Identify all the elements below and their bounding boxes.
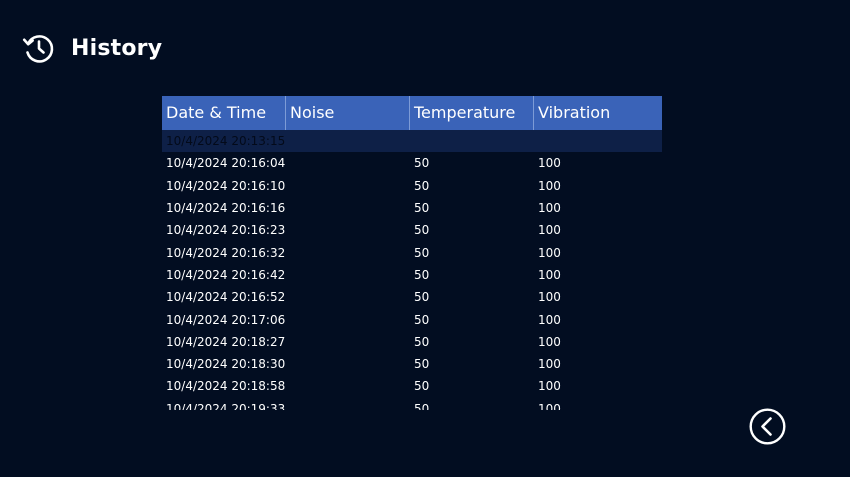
- cell-temperature: 50: [414, 267, 430, 282]
- cell-temperature: 50: [414, 290, 430, 305]
- cell-temperature: 50: [414, 201, 430, 216]
- cell-temperature: 50: [414, 401, 430, 410]
- history-table[interactable]: Date & Time Noise Temperature Vibration …: [162, 96, 662, 410]
- table-row[interactable]: 10/4/2024 20:18:30 50 100: [162, 353, 662, 375]
- cell-vibration: 100: [538, 156, 561, 171]
- cell-vibration: 100: [538, 223, 561, 238]
- cell-vibration: 100: [538, 401, 561, 410]
- cell-datetime: 10/4/2024 20:16:16: [166, 201, 286, 216]
- table-row[interactable]: 10/4/2024 20:18:27 50 100: [162, 331, 662, 353]
- cell-datetime: 10/4/2024 20:16:42: [166, 267, 286, 282]
- cell-temperature: 50: [414, 357, 430, 372]
- cell-datetime: 10/4/2024 20:16:04: [166, 156, 286, 171]
- cell-datetime: 10/4/2024 20:17:06: [166, 312, 286, 327]
- table-row[interactable]: 10/4/2024 20:16:23 50 100: [162, 219, 662, 241]
- table-row[interactable]: 10/4/2024 20:19:33 50 100: [162, 398, 662, 410]
- column-header-temperature[interactable]: Temperature: [410, 96, 534, 130]
- cell-datetime: 10/4/2024 20:16:52: [166, 290, 286, 305]
- cell-vibration: 100: [538, 245, 561, 260]
- cell-temperature: 50: [414, 178, 430, 193]
- table-row[interactable]: 10/4/2024 20:16:16 50 100: [162, 197, 662, 219]
- page-title: History: [71, 35, 163, 61]
- table-row[interactable]: 10/4/2024 20:16:10 50 100: [162, 175, 662, 197]
- chevron-left-circle-icon: [749, 408, 786, 445]
- cell-temperature: 50: [414, 334, 430, 349]
- table-row[interactable]: 10/4/2024 20:16:52 50 100: [162, 286, 662, 308]
- table-body: 10/4/2024 20:13:15 10/4/2024 20:16:04 50 10…: [162, 130, 662, 410]
- table-row[interactable]: 10/4/2024 20:16:04 50 100: [162, 152, 662, 174]
- table-row[interactable]: 10/4/2024 20:18:58 50 100: [162, 375, 662, 397]
- table-row[interactable]: 10/4/2024 20:17:06 50 100: [162, 308, 662, 330]
- cell-vibration: 100: [538, 334, 561, 349]
- cell-vibration: 100: [538, 267, 561, 282]
- table-row[interactable]: 10/4/2024 20:13:15: [162, 130, 662, 153]
- table-row[interactable]: 10/4/2024 20:16:42 50 100: [162, 264, 662, 286]
- cell-datetime: 10/4/2024 20:18:58: [166, 379, 286, 394]
- cell-datetime: 10/4/2024 20:16:23: [166, 223, 286, 238]
- cell-vibration: 100: [538, 178, 561, 193]
- cell-temperature: 50: [414, 223, 430, 238]
- cell-datetime: 10/4/2024 20:18:30: [166, 357, 286, 372]
- cell-datetime: 10/4/2024 20:18:27: [166, 334, 286, 349]
- column-header-noise[interactable]: Noise: [286, 96, 410, 130]
- cell-datetime: 10/4/2024 20:16:10: [166, 178, 286, 193]
- page-header: History: [22, 31, 162, 65]
- cell-vibration: 100: [538, 201, 561, 216]
- cell-datetime: 10/4/2024 20:13:15: [166, 134, 286, 149]
- cell-datetime: 10/4/2024 20:19:33: [166, 401, 286, 410]
- cell-datetime: 10/4/2024 20:16:32: [166, 245, 286, 260]
- cell-vibration: 100: [538, 357, 561, 372]
- cell-vibration: 100: [538, 379, 561, 394]
- cell-vibration: 100: [538, 290, 561, 305]
- cell-temperature: 50: [414, 156, 430, 171]
- cell-temperature: 50: [414, 379, 430, 394]
- table-row[interactable]: 10/4/2024 20:16:32 50 100: [162, 241, 662, 263]
- cell-vibration: 100: [538, 312, 561, 327]
- back-button[interactable]: [749, 408, 786, 445]
- cell-temperature: 50: [414, 245, 430, 260]
- table-header: Date & Time Noise Temperature Vibration: [162, 96, 662, 130]
- column-header-vibration[interactable]: Vibration: [534, 96, 662, 130]
- cell-temperature: 50: [414, 312, 430, 327]
- column-header-datetime[interactable]: Date & Time: [162, 96, 286, 130]
- history-icon: [22, 35, 54, 63]
